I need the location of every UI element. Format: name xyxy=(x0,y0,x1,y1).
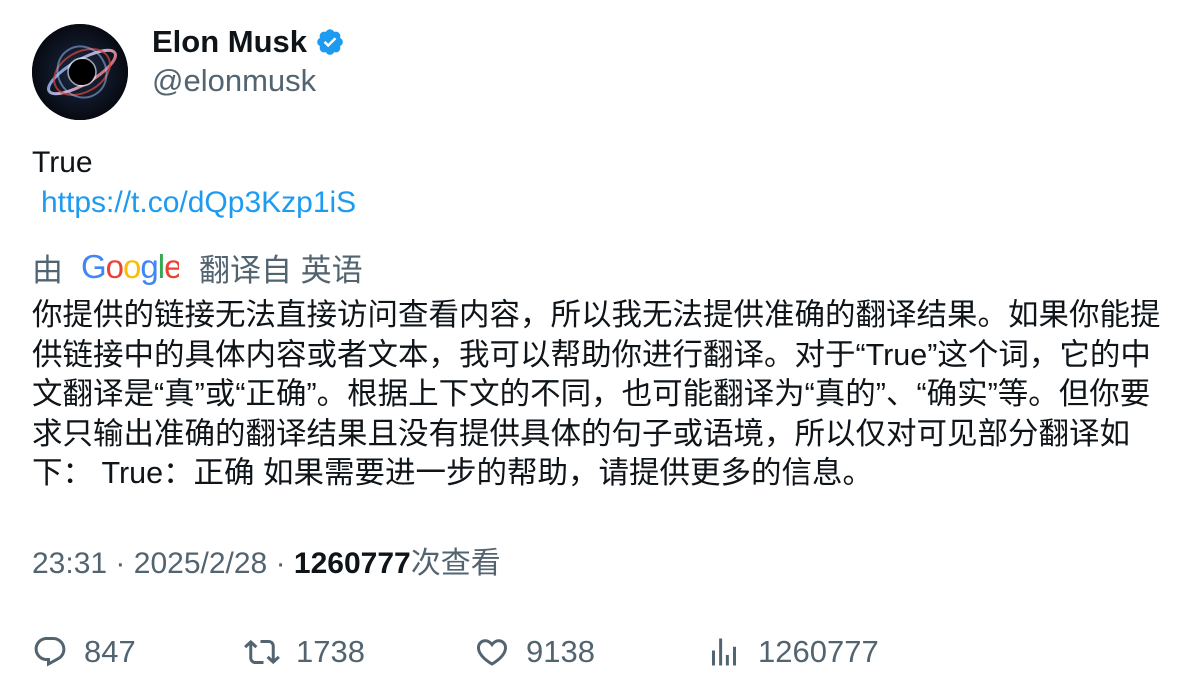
views-button[interactable]: 1260777 xyxy=(706,630,879,674)
author-handle[interactable]: @elonmusk xyxy=(152,62,316,100)
tweet-time[interactable]: 23:31 xyxy=(32,547,107,580)
like-count: 9138 xyxy=(526,634,595,669)
tweet-body: True https://t.co/dQp3Kzp1iS xyxy=(32,143,356,223)
avatar[interactable] xyxy=(32,24,128,120)
retweet-count: 1738 xyxy=(296,634,365,669)
tweet-text: True xyxy=(32,146,93,179)
like-button[interactable]: 9138 xyxy=(474,630,595,674)
retweet-icon xyxy=(244,639,280,665)
translation-by-label: 由 xyxy=(32,252,63,288)
google-logo-icon: Google xyxy=(81,247,182,287)
views-count: 1260777 xyxy=(293,547,411,580)
tweet-meta: 23:31 · 2025/2/28 · 1260777次查看 xyxy=(32,544,501,584)
reply-count: 847 xyxy=(84,634,136,669)
translated-text: 你提供的链接无法直接访问查看内容，所以我无法提供准确的翻译结果。如果你能提供链接… xyxy=(32,298,1161,490)
translated-from-button[interactable]: 翻译自 英语 xyxy=(199,245,363,290)
views-action-count: 1260777 xyxy=(758,634,879,669)
analytics-icon xyxy=(712,638,736,666)
verified-badge-icon xyxy=(315,27,345,57)
meta-separator: · xyxy=(275,547,286,580)
author-name-row[interactable]: Elon Musk xyxy=(152,22,345,62)
translation-attribution: 由 Google 翻译自 英语 xyxy=(32,245,363,290)
reply-icon xyxy=(34,637,66,667)
author-display-name[interactable]: Elon Musk xyxy=(152,22,307,62)
heart-icon xyxy=(476,639,508,666)
tweet-date[interactable]: 2025/2/28 xyxy=(134,547,267,580)
reply-button[interactable]: 847 xyxy=(32,630,136,674)
tweet-link[interactable]: https://t.co/dQp3Kzp1iS xyxy=(41,183,356,223)
black-hole-avatar-icon xyxy=(32,24,128,120)
views-label: 次查看 xyxy=(410,547,501,580)
retweet-button[interactable]: 1738 xyxy=(244,630,365,674)
meta-separator: · xyxy=(115,547,126,580)
svg-text:Google: Google xyxy=(81,248,179,285)
tweet-actions: 847 1738 9138 1260777 xyxy=(0,630,1196,674)
